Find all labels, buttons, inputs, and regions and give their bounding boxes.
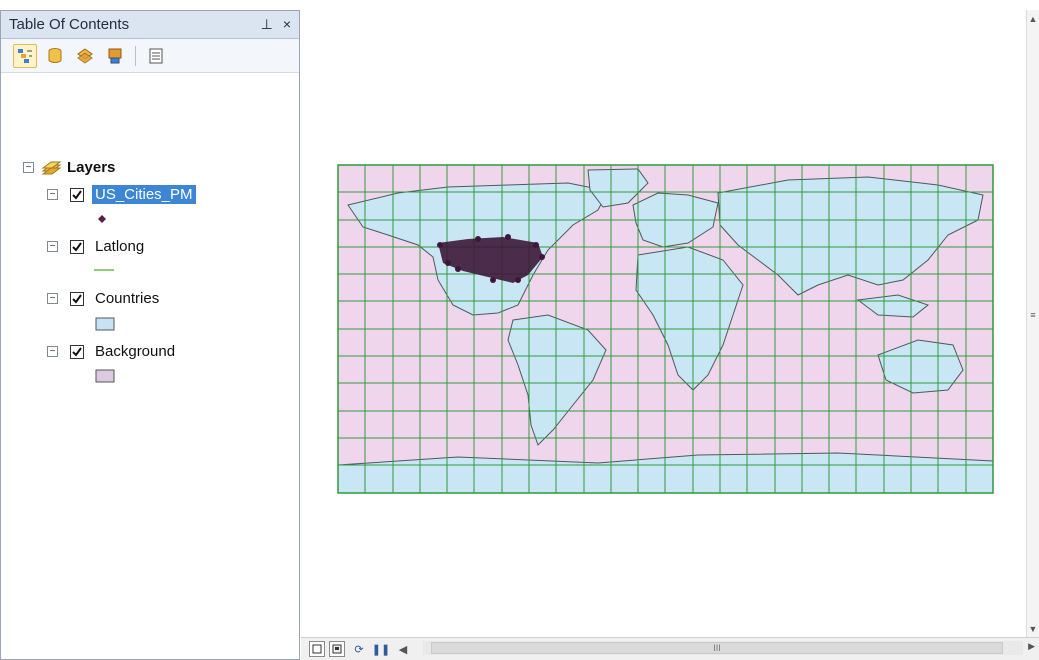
list-by-source-icon [48, 47, 62, 63]
collapse-icon[interactable]: − [23, 162, 34, 173]
toc-title-bar: Table Of Contents ⊥ × [1, 11, 299, 39]
list-by-visibility-button[interactable] [73, 44, 97, 68]
checkmark-icon [72, 293, 82, 304]
layer-visibility-checkbox[interactable] [70, 239, 84, 254]
collapse-icon[interactable]: − [47, 189, 58, 200]
collapse-icon[interactable]: − [47, 346, 58, 357]
scroll-down-icon[interactable]: ▼ [1027, 624, 1039, 634]
layer-row-background[interactable]: − Background [47, 342, 178, 361]
list-by-visibility-icon [77, 47, 93, 64]
map-bottom-bar: ⟳ ❚❚ ◀ III ▶ [301, 637, 1039, 660]
toc-toolbar [1, 39, 299, 73]
collapse-icon[interactable]: − [47, 293, 58, 304]
layer-row-countries[interactable]: − Countries [47, 289, 162, 308]
map-vertical-scrollbar[interactable]: ▲ ≡ ▼ [1026, 10, 1039, 638]
point-symbol-icon [98, 215, 106, 223]
list-by-source-button[interactable] [43, 44, 67, 68]
table-of-contents-panel: Table Of Contents ⊥ × − Layers − US_Citi… [0, 10, 300, 660]
scroll-right-icon[interactable]: ▶ [1028, 641, 1035, 652]
data-view-button[interactable] [309, 641, 325, 657]
options-icon [149, 48, 163, 63]
window-top-edge [0, 0, 1039, 10]
layout-view-icon [332, 644, 342, 654]
toc-title: Table Of Contents [9, 16, 130, 33]
layer-label-us-cities[interactable]: US_Cities_PM [92, 185, 196, 204]
tree-root-layers[interactable]: − Layers [23, 159, 115, 176]
layer-visibility-checkbox[interactable] [70, 187, 84, 202]
map-display[interactable] [301, 10, 1027, 638]
scroll-grip-icon[interactable]: ≡ [1027, 310, 1039, 320]
checkmark-icon [72, 346, 82, 357]
layer-row-latlong[interactable]: − Latlong [47, 237, 147, 256]
layer-label-background[interactable]: Background [92, 342, 178, 361]
close-icon[interactable]: × [283, 16, 291, 33]
options-button[interactable] [144, 44, 168, 68]
list-by-drawing-order-button[interactable] [13, 43, 37, 68]
layers-root-label: Layers [67, 159, 116, 176]
horizontal-scroll-thumb[interactable]: III [431, 642, 1003, 654]
layer-label-latlong[interactable]: Latlong [92, 237, 147, 256]
layer-visibility-checkbox[interactable] [70, 344, 84, 359]
layer-label-countries[interactable]: Countries [92, 289, 162, 308]
fill-symbol-icon [95, 317, 115, 331]
layers-folder-icon [41, 161, 62, 174]
checkmark-icon [72, 241, 82, 252]
collapse-icon[interactable]: − [47, 241, 58, 252]
fill-symbol-icon [95, 369, 115, 383]
map-horizontal-scrollbar[interactable]: III [423, 641, 1023, 655]
list-by-drawing-order-icon [18, 48, 32, 63]
layer-row-us-cities[interactable]: − US_Cities_PM [47, 185, 196, 204]
checkmark-icon [72, 189, 82, 200]
pause-drawing-icon[interactable]: ❚❚ [372, 641, 390, 657]
list-by-selection-button[interactable] [103, 44, 127, 68]
refresh-icon[interactable]: ⟳ [351, 641, 367, 657]
data-view-icon [312, 644, 322, 654]
scroll-up-icon[interactable]: ▲ [1027, 14, 1039, 24]
scroll-left-icon[interactable]: ◀ [395, 641, 411, 657]
list-by-selection-icon [108, 48, 122, 63]
pin-icon[interactable]: ⊥ [261, 16, 273, 33]
layer-tree: − Layers − US_Cities_PM − Latlong − Coun… [1, 73, 299, 383]
line-symbol-icon [94, 269, 114, 271]
layout-view-button[interactable] [329, 641, 345, 657]
layer-visibility-checkbox[interactable] [70, 291, 84, 306]
world-map[interactable] [301, 10, 1027, 638]
toolbar-separator [135, 45, 136, 66]
